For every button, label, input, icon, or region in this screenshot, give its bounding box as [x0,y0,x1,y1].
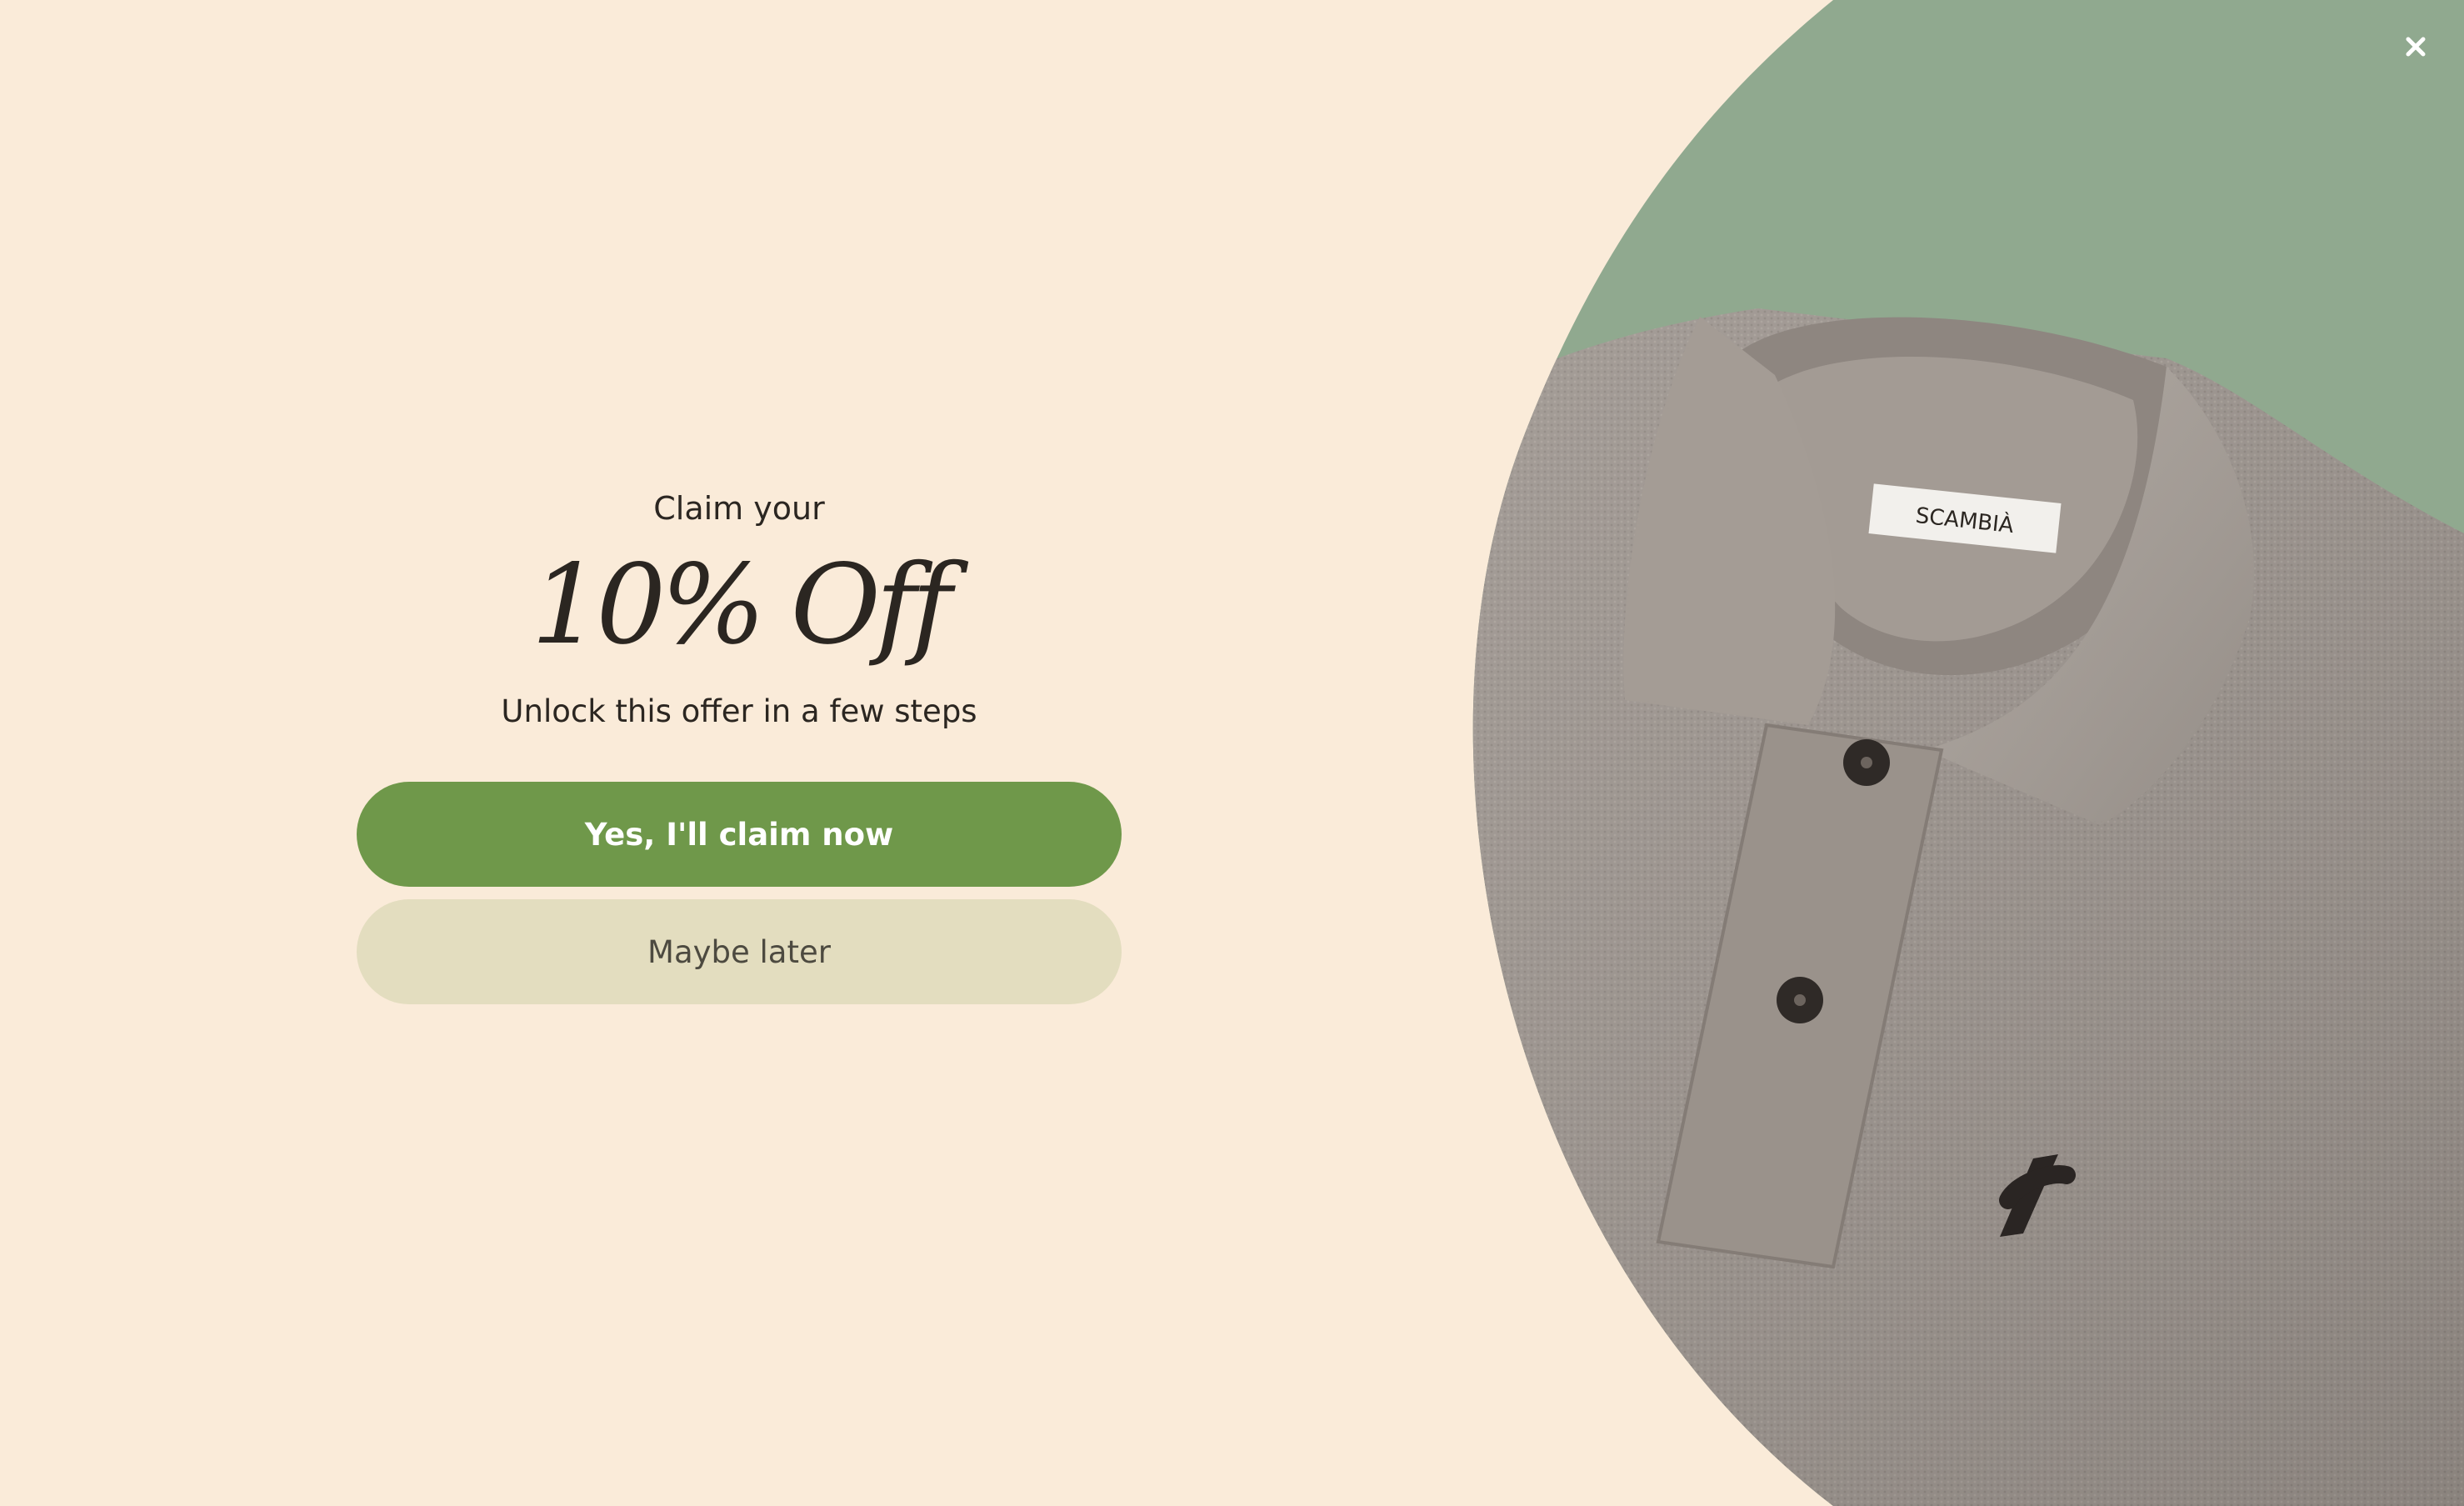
eyebrow-text: Claim your [653,490,825,527]
offer-content: Claim your 10% Off Unlock this offer in … [357,483,1122,1004]
brand-label: SCAMBIÀ [1914,502,2015,538]
maybe-later-button[interactable]: Maybe later [357,899,1122,1004]
offer-subtext: Unlock this offer in a few steps [501,693,977,729]
discount-popup: SCAMBIÀ Claim your 10% Off Unlock this o… [0,0,2464,1506]
close-icon [2406,37,2426,57]
claim-now-button[interactable]: Yes, I'll claim now [357,782,1122,887]
discount-headline: 10% Off [531,541,952,669]
close-button[interactable] [2399,30,2432,63]
